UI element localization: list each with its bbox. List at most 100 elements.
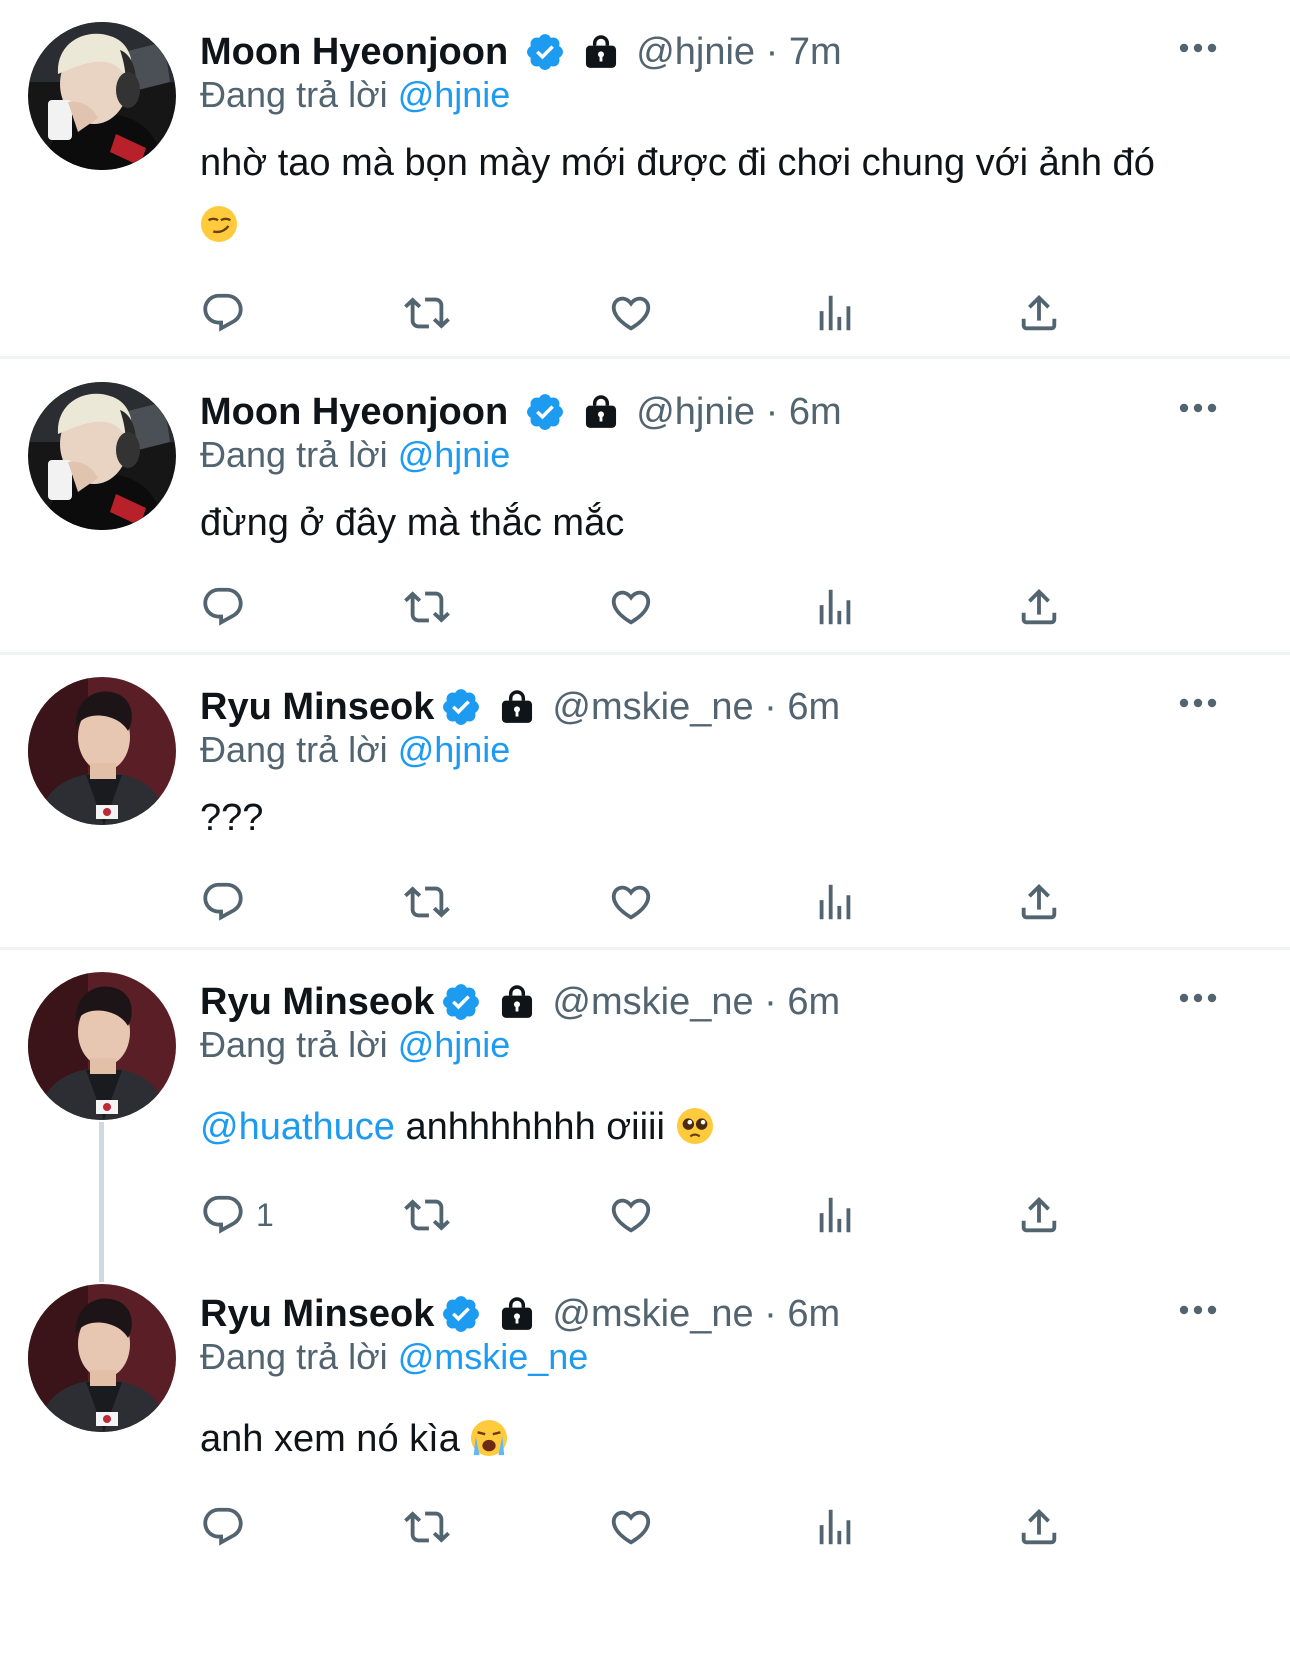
handle-and-time[interactable]: @mskie_ne · 6m [552, 1293, 840, 1336]
body-mention[interactable]: @huathuce [200, 1106, 395, 1148]
divider [0, 356, 1290, 359]
views-button[interactable] [812, 1190, 858, 1240]
handle-and-time[interactable]: @mskie_ne · 6m [552, 981, 840, 1024]
retweet-button[interactable] [404, 582, 450, 632]
reply-icon [200, 290, 246, 336]
tweet[interactable]: Ryu Minseok @mskie_ne · 6m Đang trả lời … [0, 1262, 1290, 1658]
reply-button[interactable] [200, 877, 256, 927]
avatar[interactable] [28, 382, 176, 530]
tweet-text: đừng ở đây mà thắc mắc [200, 502, 625, 544]
tweet-text: @huathuce anhhhhhhh ơiiii [200, 1096, 1190, 1158]
display-name[interactable]: Ryu Minseok [200, 686, 434, 729]
shopping-bag-icon [582, 32, 620, 72]
reply-to-mention[interactable]: @hjnie [398, 74, 511, 115]
reply-icon [200, 1192, 246, 1238]
smirking-face-emoji [200, 205, 238, 243]
share-button[interactable] [1016, 1190, 1062, 1240]
avatar[interactable] [28, 1284, 176, 1432]
retweet-icon [404, 290, 450, 336]
shopping-bag-icon [498, 687, 536, 727]
retweet-button[interactable] [404, 877, 450, 927]
share-icon [1016, 1192, 1062, 1238]
views-icon [812, 584, 858, 630]
reply-button[interactable] [200, 288, 256, 338]
retweet-icon [404, 1192, 450, 1238]
share-icon [1016, 1504, 1062, 1550]
shopping-bag-icon [498, 1294, 536, 1334]
avatar[interactable] [28, 677, 176, 825]
like-button[interactable] [608, 877, 654, 927]
reply-button[interactable]: 1 [200, 1190, 274, 1240]
tweet-text: ??? [200, 797, 264, 839]
shopping-bag-icon [498, 982, 536, 1022]
handle-and-time[interactable]: @hjnie · 7m [636, 31, 841, 74]
reply-context: Đang trả lời @hjnie [200, 1024, 511, 1065]
views-button[interactable] [812, 288, 858, 338]
tweet[interactable]: Ryu Minseok @mskie_ne · 6m Đang trả lời … [0, 950, 1290, 1262]
loudly-crying-face-emoji [470, 1419, 508, 1457]
more-options-icon[interactable] [1178, 992, 1218, 1004]
views-button[interactable] [812, 1502, 858, 1552]
like-button[interactable] [608, 1502, 654, 1552]
tweet[interactable]: Moon Hyeonjoon @hjnie · 7m Đang trả lời … [0, 0, 1290, 358]
share-icon [1016, 584, 1062, 630]
reply-icon [200, 584, 246, 630]
shopping-bag-icon [582, 392, 620, 432]
retweet-button[interactable] [404, 1190, 450, 1240]
reply-button[interactable] [200, 1502, 256, 1552]
more-options-icon[interactable] [1178, 42, 1218, 54]
views-icon [812, 290, 858, 336]
more-options-icon[interactable] [1178, 1304, 1218, 1316]
display-name[interactable]: Moon Hyeonjoon [200, 31, 508, 74]
reply-context: Đang trả lời @mskie_ne [200, 1336, 589, 1377]
like-button[interactable] [608, 582, 654, 632]
retweet-button[interactable] [404, 1502, 450, 1552]
more-options-icon[interactable] [1178, 697, 1218, 709]
handle-and-time[interactable]: @hjnie · 6m [636, 391, 841, 434]
share-button[interactable] [1016, 1502, 1062, 1552]
share-icon [1016, 879, 1062, 925]
reply-context: Đang trả lời @hjnie [200, 434, 511, 475]
tweet-text: nhờ tao mà bọn mày mới được đi chơi chun… [200, 132, 1190, 256]
retweet-icon [404, 584, 450, 630]
views-button[interactable] [812, 877, 858, 927]
pleading-face-emoji [676, 1107, 714, 1145]
retweet-icon [404, 1504, 450, 1550]
like-button[interactable] [608, 1190, 654, 1240]
reply-to-mention[interactable]: @hjnie [398, 434, 511, 475]
reply-icon [200, 879, 246, 925]
verified-badge-icon [440, 1293, 482, 1335]
share-button[interactable] [1016, 582, 1062, 632]
share-icon [1016, 290, 1062, 336]
reply-to-mention[interactable]: @hjnie [398, 729, 511, 770]
verified-badge-icon [524, 391, 566, 433]
tweet[interactable]: Ryu Minseok @mskie_ne · 6m Đang trả lời … [0, 655, 1290, 947]
handle-and-time[interactable]: @mskie_ne · 6m [552, 686, 840, 729]
more-options-icon[interactable] [1178, 402, 1218, 414]
avatar[interactable] [28, 972, 176, 1120]
reply-to-mention[interactable]: @hjnie [398, 1024, 511, 1065]
tweet[interactable]: Moon Hyeonjoon @hjnie · 6m Đang trả lời … [0, 360, 1290, 652]
reply-icon [200, 1504, 246, 1550]
like-icon [608, 1504, 654, 1550]
like-icon [608, 879, 654, 925]
reply-button[interactable] [200, 582, 256, 632]
share-button[interactable] [1016, 288, 1062, 338]
views-icon [812, 879, 858, 925]
display-name[interactable]: Moon Hyeonjoon [200, 391, 508, 434]
views-icon [812, 1192, 858, 1238]
reply-to-mention[interactable]: @mskie_ne [398, 1336, 589, 1377]
like-button[interactable] [608, 288, 654, 338]
reply-count: 1 [256, 1196, 274, 1233]
avatar[interactable] [28, 22, 176, 170]
display-name[interactable]: Ryu Minseok [200, 981, 434, 1024]
retweet-button[interactable] [404, 288, 450, 338]
reply-context: Đang trả lời @hjnie [200, 729, 511, 770]
views-button[interactable] [812, 582, 858, 632]
verified-badge-icon [440, 981, 482, 1023]
verified-badge-icon [524, 31, 566, 73]
display-name[interactable]: Ryu Minseok [200, 1293, 434, 1336]
reply-context: Đang trả lời @hjnie [200, 74, 511, 115]
like-icon [608, 1192, 654, 1238]
share-button[interactable] [1016, 877, 1062, 927]
